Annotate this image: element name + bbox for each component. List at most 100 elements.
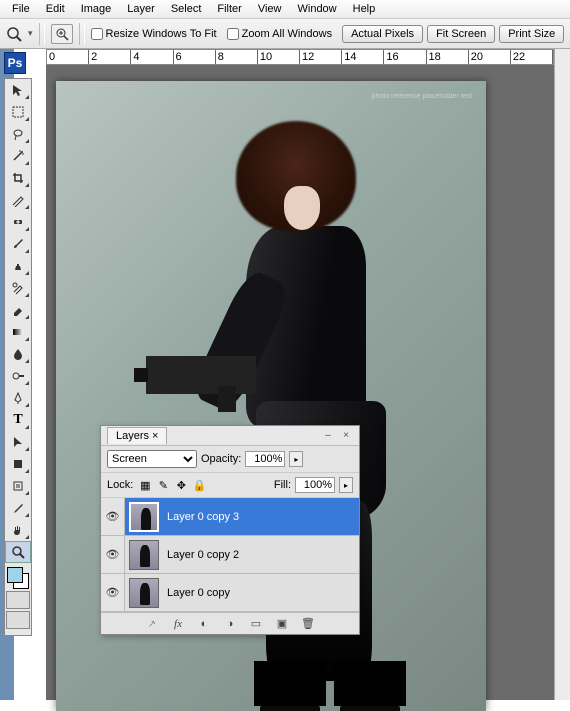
eraser-tool[interactable] bbox=[5, 299, 31, 321]
history-brush-tool[interactable] bbox=[5, 277, 31, 299]
close-panel-icon[interactable]: × bbox=[339, 430, 353, 442]
close-tab-icon[interactable]: × bbox=[152, 430, 158, 442]
foreground-color-swatch[interactable] bbox=[7, 567, 23, 583]
type-tool[interactable]: T bbox=[5, 409, 31, 431]
layer-row[interactable]: 👁 Layer 0 copy 3 bbox=[101, 498, 359, 536]
print-size-button[interactable]: Print Size bbox=[499, 25, 564, 43]
options-bar: ▾ Resize Windows To Fit Zoom All Windows… bbox=[0, 19, 570, 49]
lock-transparency-icon[interactable]: ▦ bbox=[137, 477, 153, 493]
horizontal-ruler: 0 2 4 6 8 10 12 14 16 18 20 22 bbox=[46, 49, 554, 65]
pen-tool[interactable] bbox=[5, 387, 31, 409]
visibility-eye-icon[interactable]: 👁 bbox=[101, 574, 125, 611]
color-swatches[interactable] bbox=[7, 567, 29, 589]
brush-tool[interactable] bbox=[5, 233, 31, 255]
actual-pixels-button[interactable]: Actual Pixels bbox=[342, 25, 423, 43]
layer-fx-icon[interactable]: fx bbox=[169, 616, 187, 632]
hand-tool[interactable] bbox=[5, 519, 31, 541]
ruler-tick: 20 bbox=[469, 50, 511, 64]
lock-pixels-icon[interactable]: ✎ bbox=[155, 477, 171, 493]
lasso-tool[interactable] bbox=[5, 123, 31, 145]
ruler-tick: 18 bbox=[427, 50, 469, 64]
resize-windows-checkbox[interactable]: Resize Windows To Fit bbox=[91, 28, 217, 40]
fill-slider-toggle[interactable]: ▸ bbox=[339, 477, 353, 493]
clone-stamp-tool[interactable] bbox=[5, 255, 31, 277]
menu-window[interactable]: Window bbox=[290, 1, 345, 17]
link-layers-icon[interactable]: ⸕ bbox=[143, 616, 161, 632]
lock-position-icon[interactable]: ✥ bbox=[173, 477, 189, 493]
visibility-eye-icon[interactable]: 👁 bbox=[101, 498, 125, 535]
ruler-tick: 2 bbox=[89, 50, 131, 64]
move-tool[interactable] bbox=[5, 79, 31, 101]
visibility-eye-icon[interactable]: 👁 bbox=[101, 536, 125, 573]
lock-all-icon[interactable]: 🔒 bbox=[191, 477, 207, 493]
quick-mask-toggle[interactable] bbox=[6, 591, 30, 609]
ruler-tick: 6 bbox=[174, 50, 216, 64]
menu-select[interactable]: Select bbox=[163, 1, 210, 17]
photoshop-logo-icon: Ps bbox=[4, 52, 26, 74]
layer-group-icon[interactable]: ▭ bbox=[247, 616, 265, 632]
blur-tool[interactable] bbox=[5, 343, 31, 365]
layer-thumbnail[interactable] bbox=[129, 502, 159, 532]
vertical-scrollbar[interactable] bbox=[554, 49, 570, 700]
adjustment-layer-icon[interactable]: ◑ bbox=[221, 616, 239, 632]
layer-thumbnail[interactable] bbox=[129, 540, 159, 570]
layer-name[interactable]: Layer 0 copy bbox=[163, 587, 230, 599]
zoom-in-toggle[interactable] bbox=[51, 24, 73, 44]
layer-mask-icon[interactable]: ◐ bbox=[195, 616, 213, 632]
healing-brush-tool[interactable] bbox=[5, 211, 31, 233]
menu-file[interactable]: File bbox=[4, 1, 38, 17]
gradient-tool[interactable] bbox=[5, 321, 31, 343]
marquee-tool[interactable] bbox=[5, 101, 31, 123]
opacity-slider-toggle[interactable]: ▸ bbox=[289, 451, 303, 467]
magic-wand-tool[interactable] bbox=[5, 145, 31, 167]
zoom-all-checkbox[interactable]: Zoom All Windows bbox=[227, 28, 332, 40]
layer-name[interactable]: Layer 0 copy 3 bbox=[163, 511, 239, 523]
layers-panel: Layers × – × Screen Opacity: 100% ▸ Lock… bbox=[100, 425, 360, 635]
layer-row[interactable]: 👁 Layer 0 copy 2 bbox=[101, 536, 359, 574]
layers-list: 👁 Layer 0 copy 3 👁 Layer 0 copy 2 👁 Laye… bbox=[101, 498, 359, 612]
menu-view[interactable]: View bbox=[250, 1, 290, 17]
opacity-value[interactable]: 100% bbox=[245, 451, 285, 467]
screen-mode-toggle[interactable] bbox=[6, 611, 30, 629]
resize-windows-label: Resize Windows To Fit bbox=[106, 28, 217, 40]
menu-filter[interactable]: Filter bbox=[209, 1, 249, 17]
trash-icon[interactable]: 🗑 bbox=[299, 616, 317, 632]
photo-credit-text: photo reference placeholder text bbox=[372, 93, 472, 101]
blend-mode-select[interactable]: Screen bbox=[107, 450, 197, 468]
menu-edit[interactable]: Edit bbox=[38, 1, 73, 17]
menu-bar: File Edit Image Layer Select Filter View… bbox=[0, 0, 570, 19]
eyedropper-tool[interactable] bbox=[5, 497, 31, 519]
layer-name[interactable]: Layer 0 copy 2 bbox=[163, 549, 239, 561]
opacity-label: Opacity: bbox=[201, 453, 241, 465]
layers-panel-titlebar[interactable]: Layers × – × bbox=[101, 426, 359, 446]
fill-label: Fill: bbox=[274, 479, 291, 491]
ruler-tick: 0 bbox=[47, 50, 89, 64]
notes-tool[interactable] bbox=[5, 475, 31, 497]
slice-tool[interactable] bbox=[5, 189, 31, 211]
ruler-tick: 4 bbox=[131, 50, 173, 64]
fit-screen-button[interactable]: Fit Screen bbox=[427, 25, 495, 43]
lock-label: Lock: bbox=[107, 479, 133, 491]
crop-tool[interactable] bbox=[5, 167, 31, 189]
shape-tool[interactable] bbox=[5, 453, 31, 475]
fill-value[interactable]: 100% bbox=[295, 477, 335, 493]
tool-preset-dropdown[interactable]: ▾ bbox=[28, 28, 33, 39]
layer-thumbnail[interactable] bbox=[129, 578, 159, 608]
ruler-tick: 8 bbox=[216, 50, 258, 64]
dodge-tool[interactable] bbox=[5, 365, 31, 387]
minimize-panel-icon[interactable]: – bbox=[321, 430, 335, 442]
new-layer-icon[interactable]: ▣ bbox=[273, 616, 291, 632]
zoom-tool[interactable] bbox=[5, 541, 31, 563]
menu-help[interactable]: Help bbox=[345, 1, 384, 17]
ruler-tick: 16 bbox=[384, 50, 426, 64]
path-selection-tool[interactable] bbox=[5, 431, 31, 453]
layer-row[interactable]: 👁 Layer 0 copy bbox=[101, 574, 359, 612]
zoom-tool-icon[interactable] bbox=[4, 24, 24, 44]
tools-palette: T bbox=[4, 78, 32, 636]
menu-layer[interactable]: Layer bbox=[119, 1, 163, 17]
resize-windows-input[interactable] bbox=[91, 28, 103, 40]
zoom-all-input[interactable] bbox=[227, 28, 239, 40]
menu-image[interactable]: Image bbox=[73, 1, 120, 17]
layers-tab[interactable]: Layers × bbox=[107, 427, 167, 444]
ruler-tick: 22 bbox=[511, 50, 553, 64]
